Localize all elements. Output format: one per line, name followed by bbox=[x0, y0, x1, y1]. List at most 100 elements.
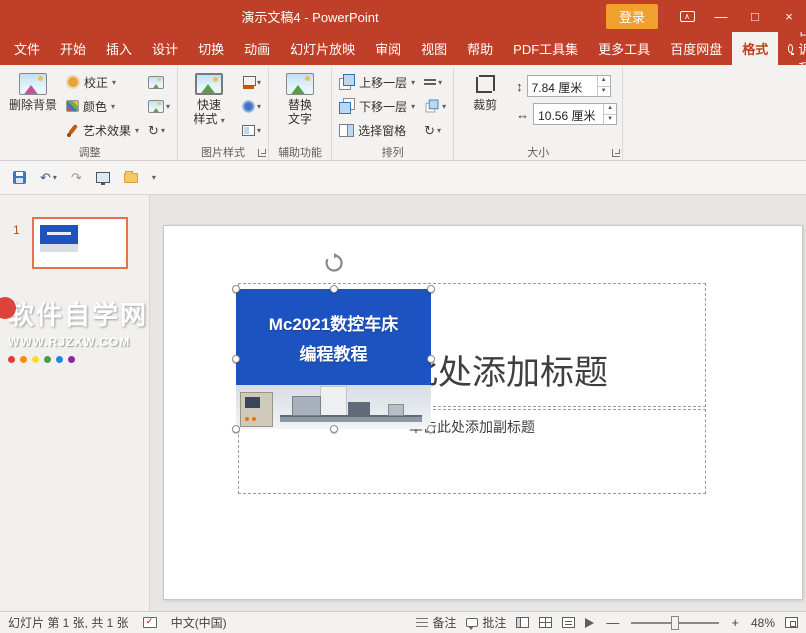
quick-styles-button[interactable]: 快速 样式 ▾ bbox=[183, 69, 235, 128]
watermark-title: 软件自学网 bbox=[8, 300, 149, 330]
tab-file[interactable]: 文件 bbox=[4, 32, 50, 65]
selection-handle-sw[interactable] bbox=[232, 425, 240, 433]
picture-layout-button[interactable]: ▾ bbox=[240, 119, 263, 141]
tab-picture-format[interactable]: 格式 bbox=[732, 32, 779, 65]
slide-thumbnail[interactable] bbox=[32, 217, 128, 269]
dialog-launcher-icon[interactable] bbox=[612, 149, 621, 157]
spellcheck-button[interactable] bbox=[142, 616, 157, 628]
open-folder-button[interactable] bbox=[119, 170, 143, 186]
slide-sorter-icon bbox=[539, 617, 553, 628]
shape-width-value[interactable]: 10.56 厘米 bbox=[534, 104, 603, 124]
reading-view-button[interactable] bbox=[562, 617, 576, 628]
group-accessibility: 替换 文字 辅助功能 bbox=[269, 67, 333, 160]
group-picture-styles: 快速 样式 ▾ ▾ ▾ ▾ 图片样式 bbox=[178, 67, 270, 160]
selection-handle-e[interactable] bbox=[427, 355, 435, 363]
selection-handle-s[interactable] bbox=[329, 425, 338, 433]
corrections-button[interactable]: 校正 ▾ bbox=[64, 71, 141, 93]
tab-review[interactable]: 审阅 bbox=[365, 32, 411, 65]
tab-slideshow[interactable]: 幻灯片放映 bbox=[280, 32, 365, 65]
zoom-in-button[interactable]: + bbox=[729, 615, 741, 630]
adjust-icon-column: ▾ ↻ ▾ bbox=[146, 69, 172, 141]
tab-animations[interactable]: 动画 bbox=[234, 32, 280, 65]
fit-to-window-button[interactable] bbox=[785, 617, 798, 628]
rotate-button[interactable]: ↻ ▾ bbox=[422, 119, 448, 141]
maximize-button[interactable]: □ bbox=[738, 0, 772, 32]
chevron-down-icon: ▾ bbox=[411, 101, 416, 111]
shape-height-value[interactable]: 7.84 厘米 bbox=[528, 76, 597, 96]
artistic-effects-label: 艺术效果 bbox=[83, 123, 132, 138]
picture-border-button[interactable]: ▾ bbox=[240, 71, 263, 93]
selection-handle-nw[interactable] bbox=[232, 285, 240, 293]
crop-icon bbox=[474, 73, 496, 95]
artistic-effects-button[interactable]: 艺术效果 ▾ bbox=[64, 119, 141, 141]
selection-pane-button[interactable]: 选择窗格 bbox=[337, 119, 417, 141]
chevron-down-icon: ▾ bbox=[257, 77, 262, 87]
tab-transitions[interactable]: 切换 bbox=[188, 32, 234, 65]
tellme-button[interactable]: 告诉我 bbox=[778, 23, 806, 76]
crop-button[interactable]: 裁剪 bbox=[459, 69, 511, 112]
picture-effects-button[interactable]: ▾ bbox=[240, 95, 263, 117]
tab-pdf-tools[interactable]: PDF工具集 bbox=[503, 32, 588, 65]
notes-toggle-button[interactable]: 备注 bbox=[416, 614, 456, 631]
tab-baidu-netdisk[interactable]: 百度网盘 bbox=[660, 32, 732, 65]
height-spin-up-button[interactable]: ▲ bbox=[597, 76, 610, 87]
chevron-down-icon: ▾ bbox=[442, 101, 447, 111]
alt-text-button[interactable]: 替换 文字 bbox=[274, 69, 326, 126]
redo-button[interactable]: ↷ bbox=[66, 168, 87, 187]
color-button[interactable]: 颜色 ▾ bbox=[64, 95, 141, 117]
tab-home[interactable]: 开始 bbox=[50, 32, 96, 65]
comments-toggle-button[interactable]: 批注 bbox=[466, 614, 506, 631]
lathe-carriage-shape bbox=[348, 402, 370, 416]
picture-title-line1: Mc2021数控车床 bbox=[268, 314, 399, 334]
delete-background-icon bbox=[19, 73, 47, 95]
slide-thumbnail-panel: 1 软件自学网 WWW.RJZXW.COM bbox=[0, 195, 150, 611]
undo-button[interactable]: ↶ ▾ bbox=[35, 168, 62, 187]
slide-sorter-view-button[interactable] bbox=[539, 617, 553, 628]
slide-picture[interactable]: Mc2021数控车床 编程教程 bbox=[232, 253, 435, 433]
dialog-launcher-icon[interactable] bbox=[258, 149, 267, 157]
selection-handle-ne[interactable] bbox=[427, 285, 435, 293]
delete-background-button[interactable]: 删除背景 bbox=[7, 69, 59, 112]
normal-view-button[interactable] bbox=[516, 617, 530, 628]
zoom-percent[interactable]: 48% bbox=[751, 616, 775, 630]
bring-forward-label: 上移一层 bbox=[359, 75, 408, 90]
ribbon-display-options-button[interactable]: ∧ bbox=[670, 0, 704, 32]
customize-qat-button[interactable]: ▾ bbox=[147, 170, 161, 185]
align-button[interactable]: ▾ bbox=[422, 71, 448, 93]
change-picture-button[interactable]: ▾ bbox=[146, 95, 172, 117]
compress-picture-button[interactable] bbox=[146, 71, 172, 93]
start-slideshow-button[interactable] bbox=[91, 169, 115, 186]
group-objects-button[interactable]: ▾ bbox=[422, 95, 448, 117]
selection-handle-n[interactable] bbox=[329, 285, 338, 293]
save-button[interactable] bbox=[8, 168, 31, 187]
slideshow-view-button[interactable] bbox=[585, 617, 595, 628]
zoom-slider[interactable] bbox=[631, 615, 720, 630]
tab-more-tools[interactable]: 更多工具 bbox=[588, 32, 660, 65]
save-icon bbox=[13, 171, 26, 184]
language-button[interactable]: 中文(中国) bbox=[171, 614, 227, 631]
height-spin-down-button[interactable]: ▼ bbox=[598, 87, 610, 97]
rotation-handle[interactable] bbox=[324, 253, 344, 273]
selection-handle-w[interactable] bbox=[232, 355, 240, 363]
tab-insert[interactable]: 插入 bbox=[96, 32, 142, 65]
color-icon bbox=[66, 100, 79, 112]
send-backward-button[interactable]: 下移一层 ▾ bbox=[337, 95, 417, 117]
reset-picture-button[interactable]: ↻ ▾ bbox=[146, 119, 172, 141]
selection-handle-se[interactable] bbox=[427, 425, 435, 433]
shape-height-field[interactable]: 7.84 厘米 ▲ ▼ bbox=[526, 75, 611, 97]
tab-design[interactable]: 设计 bbox=[142, 32, 188, 65]
close-button[interactable]: × bbox=[772, 0, 806, 32]
shape-width-field[interactable]: 10.56 厘米 ▲ ▼ bbox=[533, 103, 618, 125]
slide[interactable]: 单击此处添加标题 单击此处添加副标题 Mc2021数控车床 编程教程 bbox=[163, 225, 803, 600]
artistic-effects-icon bbox=[66, 123, 79, 137]
tab-help[interactable]: 帮助 bbox=[457, 32, 503, 65]
width-spin-down-button[interactable]: ▼ bbox=[604, 115, 616, 125]
zoom-out-button[interactable]: — bbox=[604, 615, 621, 630]
tab-view[interactable]: 视图 bbox=[411, 32, 457, 65]
compress-picture-icon bbox=[148, 75, 165, 89]
minimize-button[interactable]: — bbox=[704, 0, 738, 32]
width-spin-up-button[interactable]: ▲ bbox=[604, 104, 617, 115]
quick-access-toolbar: ↶ ▾ ↷ ▾ bbox=[0, 161, 806, 195]
zoom-slider-thumb[interactable] bbox=[671, 615, 680, 630]
bring-forward-button[interactable]: 上移一层 ▾ bbox=[337, 71, 417, 93]
